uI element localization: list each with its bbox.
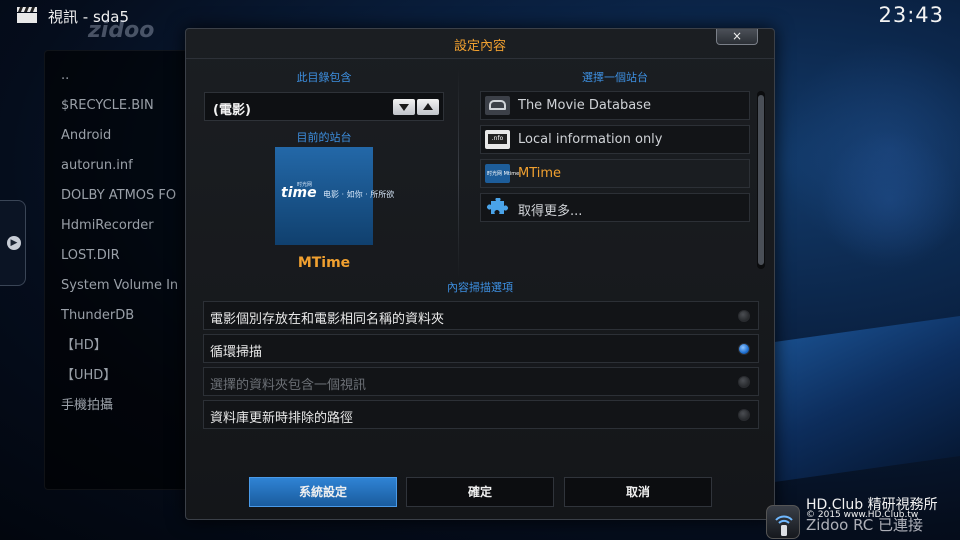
- option-label: 循環掃描: [210, 345, 263, 360]
- background-orb: [820, 130, 960, 270]
- video-clapper-icon: [17, 7, 37, 23]
- logo-text: time: [281, 185, 317, 201]
- tmdb-icon: [485, 96, 510, 115]
- nfo-icon: .nfo: [485, 130, 510, 149]
- site-label: Local information only: [518, 132, 663, 147]
- chevron-up-icon: [423, 103, 433, 110]
- option-label: 選擇的資料夾包含一個視訊: [210, 378, 367, 393]
- mtime-logo: 时光网 time 电影 · 如你 · 所所欲: [275, 147, 394, 245]
- site-list: The Movie Database .nfo Local informatio…: [480, 91, 750, 227]
- site-item-mtime[interactable]: 时光网 Mtime MTime: [480, 159, 750, 188]
- close-button[interactable]: ×: [716, 29, 758, 45]
- radio-on-icon: [738, 343, 750, 355]
- list-item[interactable]: $RECYCLE.BIN: [45, 91, 193, 121]
- dialog-title: 設定內容: [453, 39, 506, 54]
- list-item[interactable]: autorun.inf: [45, 151, 193, 181]
- screen: 視訊 - sda5 23:43 zidoo ▶ .. $RECYCLE.BIN …: [0, 0, 960, 540]
- option-separate-folders[interactable]: 電影個別存放在和電影相同名稱的資料夾: [203, 301, 759, 330]
- content-type-value: (電影): [213, 103, 251, 118]
- set-content-dialog: 設定內容 × 此目錄包含 (電影) 目前的站台 时光网 time 电影 · 如你…: [185, 28, 775, 520]
- dialog-header: 設定內容 ×: [186, 29, 774, 59]
- chevron-down-icon: [399, 104, 409, 111]
- list-item[interactable]: 【HD】: [45, 331, 193, 361]
- side-menu-handle[interactable]: ▶: [0, 200, 26, 286]
- option-single-video-folder: 選擇的資料夾包含一個視訊: [203, 367, 759, 396]
- spin-down-button[interactable]: [393, 99, 415, 115]
- logo-subtitle: 电影 · 如你 · 所所欲: [323, 190, 395, 199]
- option-label: 電影個別存放在和電影相同名稱的資料夾: [210, 312, 445, 327]
- cancel-button[interactable]: 取消: [564, 477, 712, 507]
- option-label: 資料庫更新時排除的路徑: [210, 411, 354, 426]
- option-exclude-path[interactable]: 資料庫更新時排除的路徑: [203, 400, 759, 429]
- scrollbar-thumb[interactable]: [758, 95, 764, 265]
- list-item[interactable]: Android: [45, 121, 193, 151]
- list-item[interactable]: System Volume In: [45, 271, 193, 301]
- settings-button[interactable]: 系統設定: [249, 477, 397, 507]
- radio-off-icon: [738, 409, 750, 421]
- arrow-right-icon: ▶: [7, 236, 21, 250]
- list-item[interactable]: DOLBY ATMOS FO: [45, 181, 193, 211]
- remote-control-icon: [766, 505, 800, 539]
- scan-options-label: 內容掃描選項: [447, 281, 513, 294]
- radio-off-icon: [738, 376, 750, 388]
- current-site-name: MTime: [297, 255, 351, 271]
- site-item-tmdb[interactable]: The Movie Database: [480, 91, 750, 120]
- background-floor: [760, 315, 960, 485]
- site-item-local-nfo[interactable]: .nfo Local information only: [480, 125, 750, 154]
- list-item[interactable]: ThunderDB: [45, 301, 193, 331]
- list-item[interactable]: ..: [45, 61, 193, 91]
- current-site-label: 目前的站台: [296, 131, 352, 144]
- zidoo-logo: zidoo: [88, 18, 155, 43]
- list-item[interactable]: 手機拍攝: [45, 391, 193, 421]
- list-item[interactable]: LOST.DIR: [45, 241, 193, 271]
- list-item[interactable]: HdmiRecorder: [45, 211, 193, 241]
- clock: 23:43: [878, 3, 944, 27]
- column-divider: [458, 69, 459, 279]
- option-recursive-scan[interactable]: 循環掃描: [203, 334, 759, 363]
- scan-options: 電影個別存放在和電影相同名稱的資料夾 循環掃描 選擇的資料夾包含一個視訊 資料庫…: [203, 301, 759, 433]
- choose-site-label: 選擇一個站台: [582, 71, 648, 84]
- spin-up-button[interactable]: [417, 99, 439, 115]
- puzzle-icon: [485, 197, 510, 217]
- radio-off-icon: [738, 310, 750, 322]
- site-label: 取得更多...: [518, 204, 583, 219]
- remote-connected-status: Zidoo RC 已連接: [806, 516, 924, 534]
- site-label: MTime: [518, 166, 562, 181]
- list-item[interactable]: 【UHD】: [45, 361, 193, 391]
- file-list: .. $RECYCLE.BIN Android autorun.inf DOLB…: [44, 50, 194, 490]
- content-type-select[interactable]: (電影): [204, 92, 444, 121]
- site-label: The Movie Database: [518, 98, 651, 113]
- site-item-get-more[interactable]: 取得更多...: [480, 193, 750, 222]
- site-list-scrollbar[interactable]: [757, 91, 765, 269]
- mtime-icon: 时光网 Mtime: [485, 164, 519, 183]
- content-type-label: 此目錄包含: [296, 71, 352, 84]
- ok-button[interactable]: 確定: [406, 477, 554, 507]
